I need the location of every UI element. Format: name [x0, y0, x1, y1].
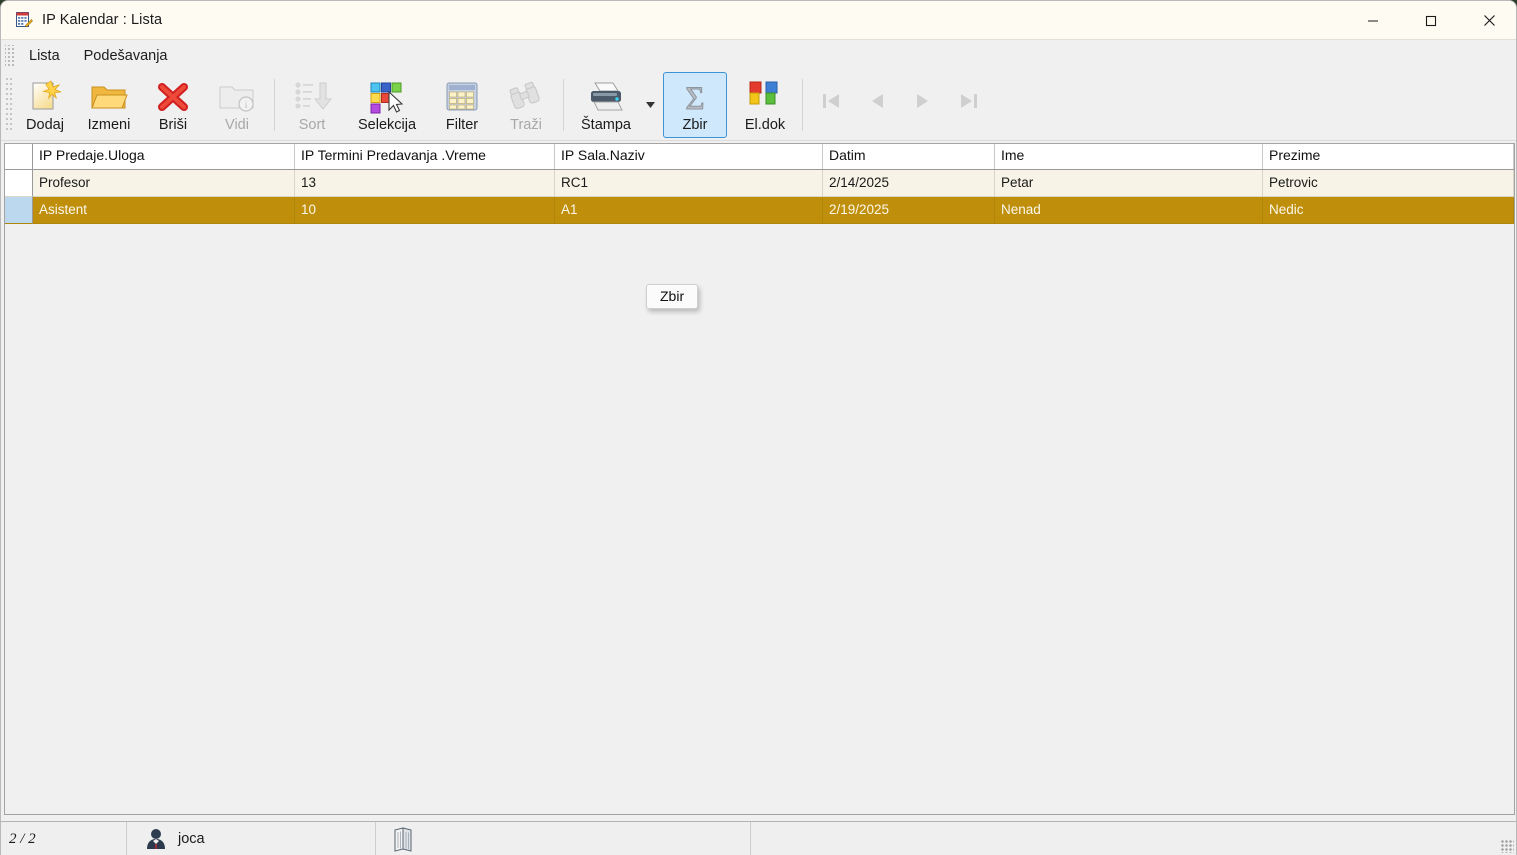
toolbar-label-vidi: Vidi [225, 117, 249, 133]
resize-grip[interactable] [1501, 840, 1514, 853]
cell-datim[interactable]: 2/19/2025 [823, 197, 995, 224]
user-avatar-icon [143, 826, 169, 852]
column-header-sala[interactable]: IP Sala.Naziv [555, 144, 823, 169]
cell-prezime[interactable]: Petrovic [1263, 170, 1514, 197]
electronic-document-icon [747, 79, 783, 115]
last-record-icon [958, 83, 980, 119]
next-record-icon [912, 83, 934, 119]
toolbar-button-stampa[interactable]: Štampa [569, 72, 643, 138]
menu-lista[interactable]: Lista [18, 44, 71, 68]
binoculars-search-icon [507, 79, 545, 115]
nav-prev-record[interactable] [854, 72, 900, 138]
grid-header-row-selector[interactable] [5, 144, 33, 169]
toolbar-button-trazi[interactable]: Traži [494, 72, 558, 138]
previous-record-icon [866, 83, 888, 119]
window-title: IP Kalendar : Lista [42, 12, 163, 28]
toolbar-button-filter[interactable]: Filter [430, 72, 494, 138]
open-folder-icon [90, 79, 128, 115]
toolbar-label-trazi: Traži [510, 117, 542, 133]
toolbar-button-eldok[interactable]: El.dok [733, 72, 797, 138]
maximize-button[interactable] [1402, 1, 1460, 40]
toolbar-label-sort: Sort [298, 117, 326, 133]
toolbar-label-filter: Filter [445, 117, 479, 133]
table-row[interactable]: Profesor 13 RC1 2/14/2025 Petar Petrovic [5, 170, 1514, 197]
cell-ime[interactable]: Petar [995, 170, 1263, 197]
nav-first-record[interactable] [808, 72, 854, 138]
menu-podesavanja[interactable]: Podešavanja [73, 44, 179, 68]
toolbar-drag-grip[interactable] [5, 77, 13, 133]
cell-sala[interactable]: RC1 [555, 170, 823, 197]
status-extra-panel [751, 822, 1516, 855]
cell-uloga[interactable]: Asistent [33, 197, 295, 224]
cell-vreme[interactable]: 10 [295, 197, 555, 224]
nav-next-record[interactable] [900, 72, 946, 138]
toolbar-separator-1 [274, 79, 275, 131]
zbir-tooltip: Zbir [646, 284, 699, 309]
row-selector[interactable] [5, 170, 33, 197]
column-header-ime[interactable]: Ime [995, 144, 1263, 169]
sigma-sum-icon: Σ [678, 79, 712, 115]
cell-ime[interactable]: Nenad [995, 197, 1263, 224]
record-counter-panel: 2 / 2 [1, 821, 127, 855]
filter-table-icon [444, 79, 480, 115]
toolbar-button-izmeni[interactable]: Izmeni [77, 72, 141, 138]
user-panel: joca [127, 821, 376, 855]
toolbar-button-selekcija[interactable]: Selekcija [344, 72, 430, 138]
toolbar-label-stampa: Štampa [581, 117, 631, 133]
first-record-icon [820, 83, 842, 119]
window-controls [1344, 1, 1516, 40]
red-x-delete-icon [156, 79, 190, 115]
grid-box[interactable]: IP Predaje.Uloga IP Termini Predavanja .… [4, 143, 1515, 815]
row-selector[interactable] [5, 197, 33, 224]
toolbar-label-selekcija: Selekcija [357, 117, 417, 133]
title-bar: IP Kalendar : Lista [1, 1, 1516, 40]
toolbar-button-brisi[interactable]: Briši [141, 72, 205, 138]
column-header-uloga[interactable]: IP Predaje.Uloga [33, 144, 295, 169]
toolbar-label-izmeni: Izmeni [87, 117, 131, 133]
nav-last-record[interactable] [946, 72, 992, 138]
record-counter: 2 / 2 [9, 830, 36, 847]
toolbar-button-dodaj[interactable]: Dodaj [13, 72, 77, 138]
records-grid: IP Predaje.Uloga IP Termini Predavanja .… [1, 141, 1516, 819]
toolbar-label-zbir: Zbir [682, 117, 708, 133]
new-document-icon [27, 79, 63, 115]
menu-drag-grip[interactable] [5, 44, 15, 67]
toolbar: Dodaj Izmeni Briši i Vidi Sort Selekcija… [1, 71, 1516, 141]
svg-text:Σ: Σ [685, 81, 704, 114]
cell-uloga[interactable]: Profesor [33, 170, 295, 197]
application-window: IP Kalendar : Lista Lista Podešavanja Do… [0, 0, 1517, 855]
selection-cursor-icon [369, 79, 405, 115]
cell-sala[interactable]: A1 [555, 197, 823, 224]
stampa-dropdown-chevron-down-icon[interactable] [643, 72, 657, 138]
toolbar-separator-3 [802, 79, 803, 131]
user-name: joca [178, 831, 205, 847]
view-folder-icon: i [218, 79, 256, 115]
app-grid-pencil-icon [15, 11, 33, 29]
cell-prezime[interactable]: Nedic [1263, 197, 1514, 224]
toolbar-label-dodaj: Dodaj [26, 117, 64, 133]
sort-arrow-icon [292, 79, 332, 115]
grid-header-row: IP Predaje.Uloga IP Termini Predavanja .… [5, 144, 1514, 170]
cell-datim[interactable]: 2/14/2025 [823, 170, 995, 197]
cell-vreme[interactable]: 13 [295, 170, 555, 197]
minimize-button[interactable] [1344, 1, 1402, 40]
toolbar-label-eldok: El.dok [744, 117, 786, 133]
menu-bar: Lista Podešavanja [1, 40, 1516, 71]
status-bar: 2 / 2 joca [1, 821, 1516, 855]
close-button[interactable] [1460, 1, 1516, 40]
column-header-datim[interactable]: Datim [823, 144, 995, 169]
toolbar-button-zbir[interactable]: Σ Zbir [663, 72, 727, 138]
printer-icon [585, 79, 627, 115]
book-module-icon [392, 826, 416, 852]
column-header-prezime[interactable]: Prezime [1263, 144, 1514, 169]
column-header-vreme[interactable]: IP Termini Predavanja .Vreme [295, 144, 555, 169]
toolbar-button-vidi[interactable]: i Vidi [205, 72, 269, 138]
toolbar-button-sort[interactable]: Sort [280, 72, 344, 138]
toolbar-separator-2 [563, 79, 564, 131]
table-row[interactable]: Asistent 10 A1 2/19/2025 Nenad Nedic [5, 197, 1514, 224]
toolbar-label-brisi: Briši [158, 117, 188, 133]
module-panel [376, 821, 751, 855]
grid-empty-area [5, 224, 1514, 814]
